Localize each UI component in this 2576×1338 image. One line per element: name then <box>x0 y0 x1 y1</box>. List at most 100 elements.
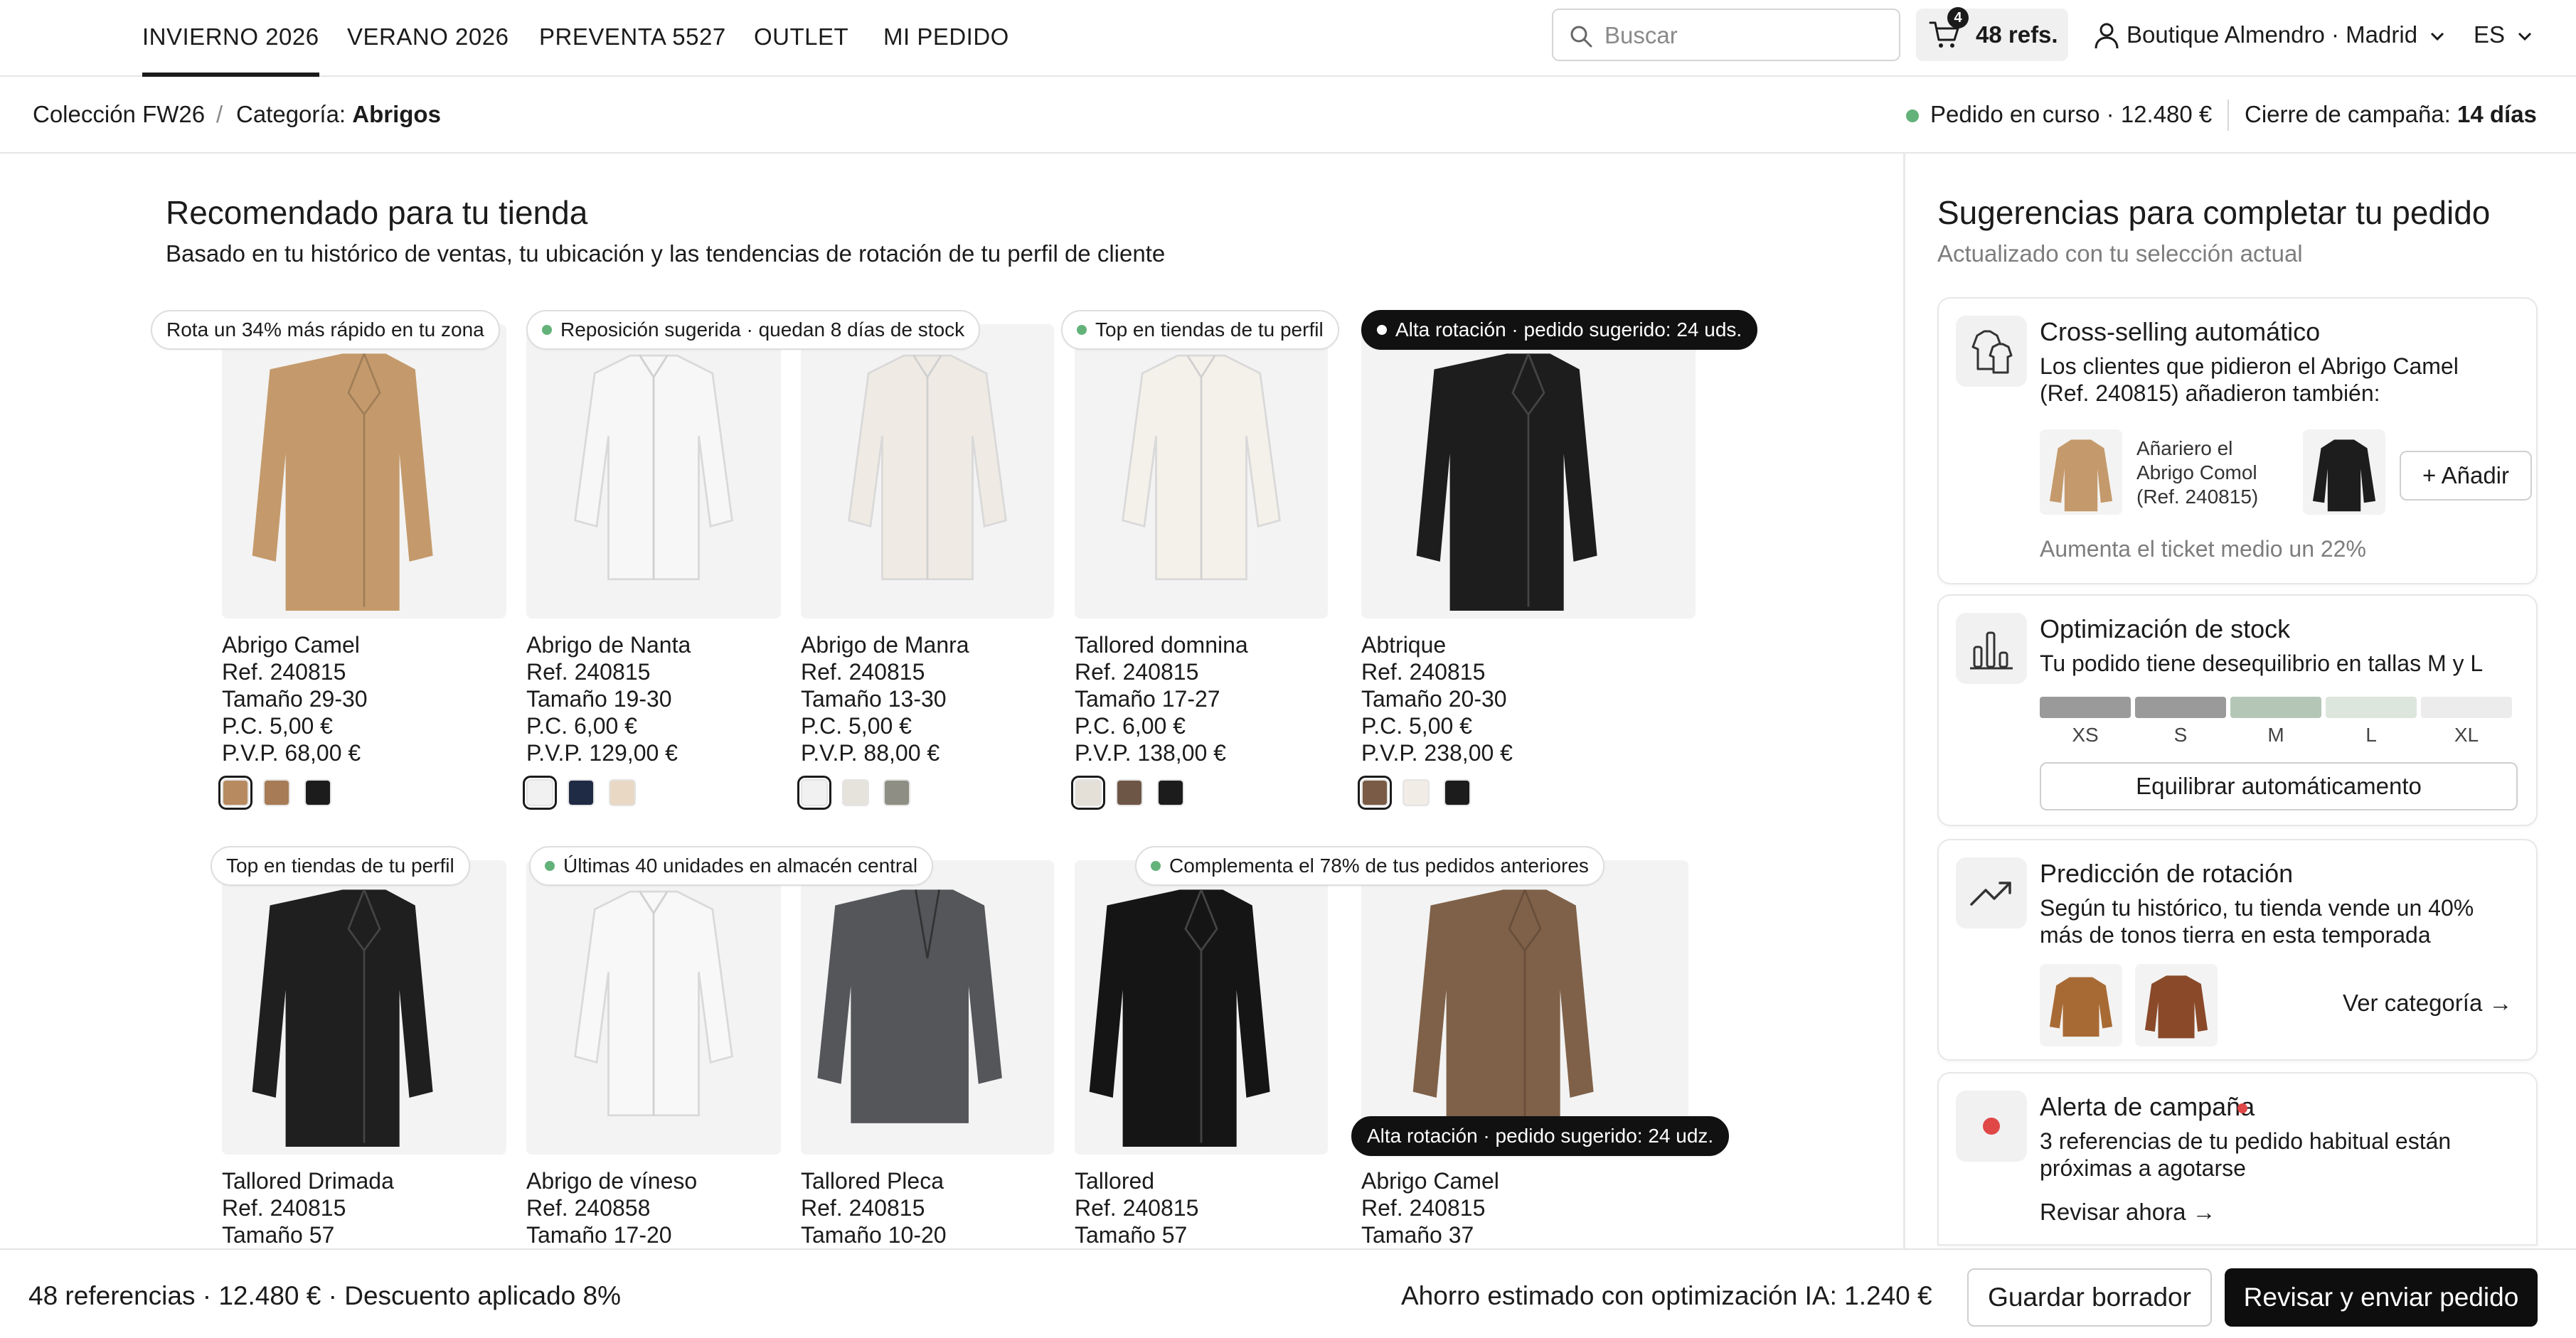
cross-sell-thumb-camel[interactable] <box>2040 429 2122 515</box>
product-pvp: P.V.P. 68,00 € <box>222 740 361 766</box>
color-swatch[interactable] <box>1157 779 1184 806</box>
product-size: Tamaño 17-20 <box>526 1222 672 1248</box>
tab-invierno-2026[interactable]: INVIERNO 2026 <box>142 21 319 77</box>
product-size: Tamaño 19-30 <box>526 686 672 712</box>
blazer-illustration <box>817 889 1002 1123</box>
product-ref: Ref. 240815 <box>526 659 651 685</box>
product-info[interactable]: Abrigo de Manra Ref. 240815 Tamaño 13-30 P.… <box>801 631 969 766</box>
color-swatch[interactable] <box>609 779 636 806</box>
product-name: Tallored Pleca <box>801 1168 944 1194</box>
tab-outlet[interactable]: OUTLET <box>754 21 848 55</box>
cart-refs-label: 48 refs. <box>1976 21 2058 48</box>
product-name: Abrigo Camel <box>1361 1168 1499 1194</box>
product-size: Tamaño 20-30 <box>1361 686 1507 712</box>
color-swatch[interactable] <box>1444 779 1471 806</box>
campaign-label: Cierre de campaña: <box>2245 101 2451 127</box>
user-icon <box>2095 23 2119 49</box>
product-pc: P.C. 6,00 € <box>526 713 637 739</box>
product-info[interactable]: Abrigo de Nanta Ref. 240815 Tamaño 19-30 P.… <box>526 631 691 766</box>
cart-count-badge: 4 <box>1947 7 1969 28</box>
product-info[interactable]: Abrigo Camel Ref. 240815 Tamaño 37 <box>1361 1167 1499 1248</box>
color-swatch[interactable] <box>568 779 595 806</box>
color-swatch[interactable] <box>523 776 557 810</box>
color-swatch[interactable] <box>842 779 869 806</box>
stock-icon-box <box>1956 613 2027 684</box>
badge-text: Reposición sugerida · quedan 8 días de s… <box>560 319 965 341</box>
search-input[interactable] <box>1604 18 1889 53</box>
size-bar <box>2040 697 2131 718</box>
tab-mi-pedido[interactable]: MI PEDIDO <box>883 21 1009 55</box>
product-image[interactable] <box>801 860 1054 1155</box>
see-category-link[interactable]: Ver categoría → <box>2343 990 2512 1017</box>
order-status-dot <box>1906 109 1919 122</box>
color-swatch[interactable] <box>218 776 252 810</box>
product-image[interactable] <box>222 860 506 1155</box>
stock-optimization-card: Optimización de stock Tu podido tiene de… <box>1937 594 2538 826</box>
product-image[interactable] <box>526 860 781 1155</box>
search-box[interactable] <box>1552 9 1900 61</box>
product-info[interactable]: Tallored Drimada Ref. 240815 Tamaño 57 <box>222 1167 394 1248</box>
cross-sell-text-2: (Ref. 240815) añadieron también: <box>2040 380 2380 406</box>
product-image[interactable] <box>801 324 1054 619</box>
shirt-illustration <box>574 354 733 581</box>
campaign-close: Cierre de campaña: 14 días <box>2245 101 2537 128</box>
badge-dot <box>1077 324 1087 335</box>
language-label: ES <box>2474 21 2506 48</box>
prediction-thumb-2[interactable] <box>2135 964 2218 1047</box>
cross-selling-card: Cross-selling automático Los clientes qu… <box>1937 297 2538 584</box>
product-ref: Ref. 240815 <box>222 1195 346 1221</box>
product-image[interactable] <box>1075 860 1328 1155</box>
breadcrumb-collection[interactable]: Colección FW26 <box>33 101 205 128</box>
product-size: Tamaño 37 <box>1361 1222 1474 1248</box>
size-label: XL <box>2454 724 2479 746</box>
color-swatch[interactable] <box>263 779 290 806</box>
cross-sell-thumb-black[interactable] <box>2303 429 2385 515</box>
search-icon <box>1570 26 1592 48</box>
product-info[interactable]: Abrigo de víneso Ref. 240858 Tamaño 17-20 <box>526 1167 697 1248</box>
prediction-thumb-1[interactable] <box>2040 964 2122 1047</box>
bar-chart-icon <box>1970 631 2013 670</box>
color-swatch[interactable] <box>797 776 831 810</box>
save-draft-button[interactable]: Guardar borrador <box>1967 1268 2212 1327</box>
recommendation-badge: Reposición sugerida · quedan 8 días de s… <box>526 310 981 350</box>
shirt-illustration <box>574 890 733 1117</box>
product-info[interactable]: Abrigo Camel Ref. 240815 Tamaño 29-30 P.C. … <box>222 631 368 766</box>
product-size: Tamaño 57 <box>222 1222 335 1248</box>
tab-preventa[interactable]: PREVENTA 5527 <box>539 21 726 55</box>
review-now-link[interactable]: Revisar ahora → <box>2040 1199 2216 1226</box>
prediction-title: Predicción de rotación <box>2040 859 2294 888</box>
stock-text: Tu podido tiene desequilibrio en tallas … <box>2040 651 2484 676</box>
recommendation-badge: Alta rotación · pedido sugerido: 24 uds. <box>1361 310 1758 350</box>
product-info[interactable]: Tallored Ref. 240815 Tamaño 57 <box>1075 1167 1198 1248</box>
product-name: Tallored <box>1075 1168 1155 1194</box>
product-image[interactable] <box>1075 324 1328 619</box>
color-swatch[interactable] <box>304 779 331 806</box>
auto-balance-button[interactable]: Equilibrar automáticamento <box>2040 762 2518 810</box>
product-image[interactable] <box>222 324 506 619</box>
product-image[interactable] <box>1361 860 1688 1155</box>
breadcrumb-category[interactable]: Categoría: Abrigos <box>236 101 441 128</box>
side-title: Sugerencias para completar tu pedido <box>1937 194 2491 231</box>
alert-text-1: 3 referencias de tu pedido habitual está… <box>2040 1128 2452 1154</box>
color-swatch[interactable] <box>1116 779 1143 806</box>
language-selector[interactable]: ES <box>2474 21 2533 48</box>
submit-order-button[interactable]: Revisar y enviar pedido <box>2225 1268 2538 1327</box>
product-pvp: P.V.P. 138,00 € <box>1075 740 1226 766</box>
page-subtitle: Basado en tu histórico de ventas, tu ubi… <box>166 240 1166 267</box>
tab-verano-2026[interactable]: VERANO 2026 <box>347 21 509 55</box>
ai-savings: Ahorro estimado con optimización IA: 1.2… <box>1401 1281 1932 1310</box>
product-ref: Ref. 240815 <box>801 1195 925 1221</box>
product-info[interactable]: Tallored domnina Ref. 240815 Tamaño 17-27 P… <box>1075 631 1248 766</box>
color-swatch[interactable] <box>883 779 910 806</box>
product-image[interactable] <box>526 324 781 619</box>
product-image[interactable] <box>1361 324 1696 619</box>
add-button[interactable]: + Añadir <box>2400 451 2532 501</box>
color-swatch[interactable] <box>1358 776 1392 810</box>
product-pc: P.C. 5,00 € <box>801 713 912 739</box>
product-info[interactable]: Tallored Pleca Ref. 240815 Tamaño 10-20 <box>801 1167 947 1248</box>
product-info[interactable]: Abtrique Ref. 240815 Tamaño 20-30 P.C. 5,00… <box>1361 631 1513 766</box>
prediction-text-1: Según tu histórico, tu tienda vende un 4… <box>2040 895 2474 921</box>
color-swatch[interactable] <box>1071 776 1105 810</box>
store-selector[interactable]: Boutique Almendro · Madrid <box>2127 21 2445 48</box>
color-swatch[interactable] <box>1403 779 1430 806</box>
